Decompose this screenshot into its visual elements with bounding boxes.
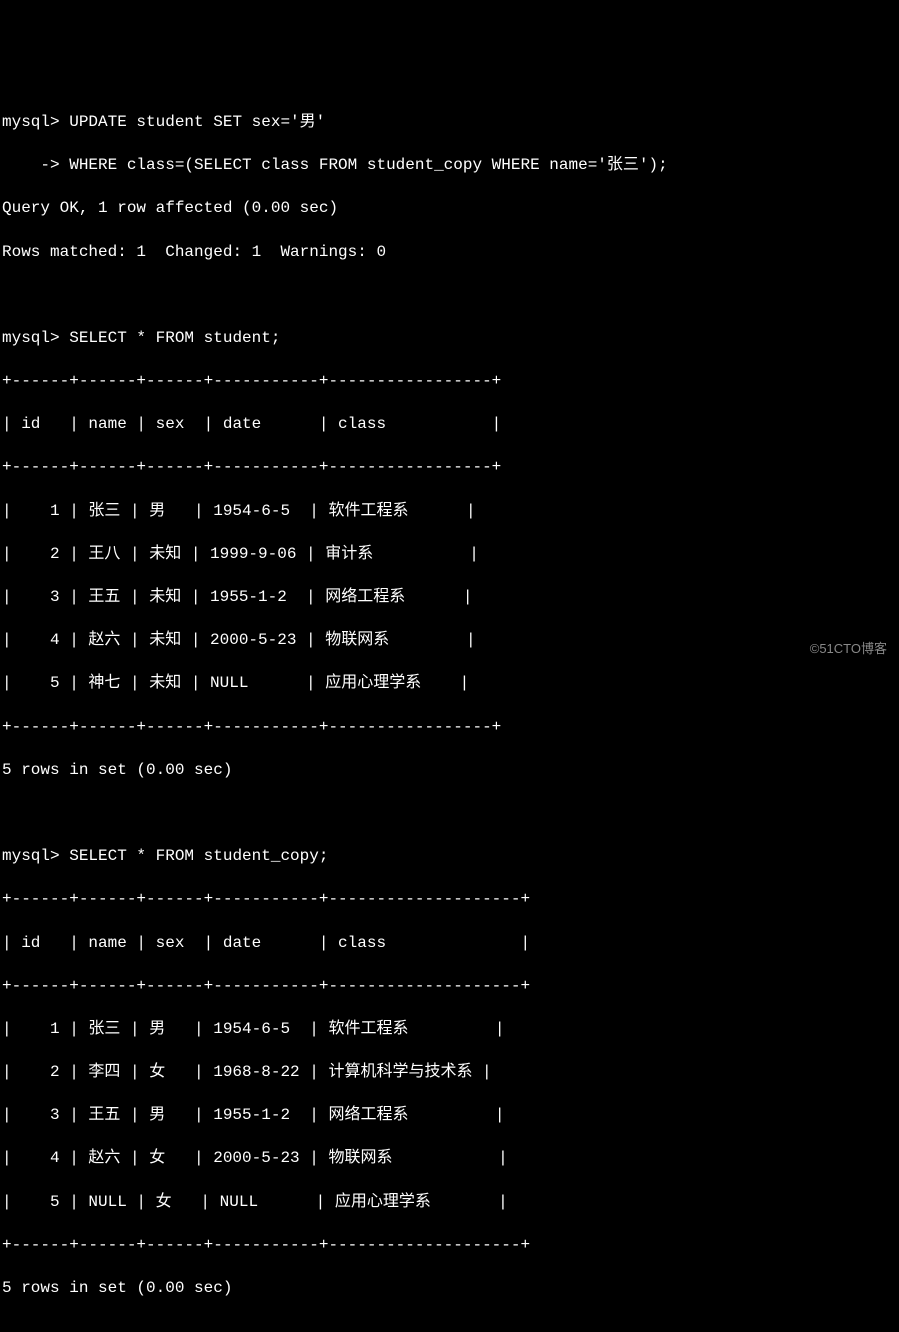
table-header: | id | name | sex | date | class | — [2, 414, 897, 436]
table-row: | 5 | NULL | 女 | NULL | 应用心理学系 | — [2, 1192, 897, 1214]
table-row: | 2 | 王八 | 未知 | 1999-9-06 | 审计系 | — [2, 544, 897, 566]
table-border: +------+------+------+-----------+------… — [2, 717, 897, 739]
terminal-output: mysql> UPDATE student SET sex='男' -> WHE… — [2, 90, 897, 1321]
mysql-prompt: mysql> — [2, 329, 60, 347]
rows-in-set-line: 5 rows in set (0.00 sec) — [2, 760, 897, 782]
mysql-prompt: mysql> — [2, 113, 60, 131]
table-row: | 1 | 张三 | 男 | 1954-6-5 | 软件工程系 | — [2, 1019, 897, 1041]
blank-line — [2, 285, 897, 307]
table-row: | 1 | 张三 | 男 | 1954-6-5 | 软件工程系 | — [2, 501, 897, 523]
select-student-cmd: mysql> SELECT * FROM student; — [2, 328, 897, 350]
rows-in-set-line: 5 rows in set (0.00 sec) — [2, 1278, 897, 1300]
table-row: | 3 | 王五 | 未知 | 1955-1-2 | 网络工程系 | — [2, 587, 897, 609]
update-cmd-line2: -> WHERE class=(SELECT class FROM studen… — [2, 155, 897, 177]
table-border: +------+------+------+-----------+------… — [2, 457, 897, 479]
table-border: +------+------+------+-----------+------… — [2, 889, 897, 911]
select-student-copy-cmd: mysql> SELECT * FROM student_copy; — [2, 846, 897, 868]
update-cmd-line1: mysql> UPDATE student SET sex='男' — [2, 112, 897, 134]
continuation-prompt: -> — [2, 156, 60, 174]
watermark: ©51CTO博客 — [810, 640, 887, 658]
table-border: +------+------+------+-----------+------… — [2, 976, 897, 998]
mysql-prompt: mysql> — [2, 847, 60, 865]
table-row: | 4 | 赵六 | 女 | 2000-5-23 | 物联网系 | — [2, 1148, 897, 1170]
rows-matched-line: Rows matched: 1 Changed: 1 Warnings: 0 — [2, 242, 897, 264]
blank-line — [2, 803, 897, 825]
table-header: | id | name | sex | date | class | — [2, 933, 897, 955]
table-row: | 5 | 神七 | 未知 | NULL | 应用心理学系 | — [2, 673, 897, 695]
table-row: | 2 | 李四 | 女 | 1968-8-22 | 计算机科学与技术系 | — [2, 1062, 897, 1084]
query-ok-line: Query OK, 1 row affected (0.00 sec) — [2, 198, 897, 220]
table-row: | 3 | 王五 | 男 | 1955-1-2 | 网络工程系 | — [2, 1105, 897, 1127]
table-border: +------+------+------+-----------+------… — [2, 1235, 897, 1257]
table-border: +------+------+------+-----------+------… — [2, 371, 897, 393]
table-row: | 4 | 赵六 | 未知 | 2000-5-23 | 物联网系 | — [2, 630, 897, 652]
